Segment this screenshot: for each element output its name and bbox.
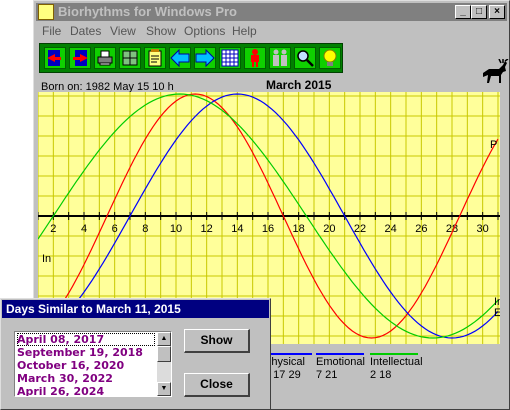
exit-door-icon[interactable] xyxy=(44,47,66,69)
list-item[interactable]: April 26, 2024 xyxy=(17,385,155,396)
notebook-icon[interactable] xyxy=(144,47,166,69)
two-people-icon[interactable] xyxy=(269,47,291,69)
legend: Physical 6 17 29 Emotional 7 21 Intellec… xyxy=(264,349,504,389)
menu-file[interactable]: File xyxy=(42,24,61,38)
calendar-icon[interactable] xyxy=(219,47,241,69)
similar-days-list[interactable]: April 08, 2017 September 19, 2018 Octobe… xyxy=(14,331,172,397)
minimize-button[interactable]: _ xyxy=(455,5,471,19)
toolbar xyxy=(39,43,343,73)
similar-days-dialog: Days Similar to March 11, 2015 April 08,… xyxy=(0,298,271,410)
legend-intellectual-days: 2 18 xyxy=(370,369,392,381)
x-tick-label: 30 xyxy=(477,223,489,235)
legend-emotional-line xyxy=(316,353,364,355)
menu-help[interactable]: Help xyxy=(232,24,257,38)
series-label-intellectual-left: In xyxy=(42,253,51,265)
scroll-thumb[interactable] xyxy=(157,346,171,362)
dialog-title[interactable]: Days Similar to March 11, 2015 xyxy=(2,300,269,318)
x-tick-label: 24 xyxy=(385,223,397,235)
x-tick-label: 8 xyxy=(142,223,148,235)
scroll-down-icon[interactable]: ▼ xyxy=(157,382,171,396)
list-item[interactable]: September 19, 2018 xyxy=(17,346,155,359)
title-bar[interactable]: Biorhythms for Windows Pro _ □ × xyxy=(36,3,507,21)
printer-icon[interactable] xyxy=(94,47,116,69)
enter-door-icon[interactable] xyxy=(69,47,91,69)
lightbulb-icon[interactable] xyxy=(319,47,341,69)
app-icon xyxy=(38,4,54,20)
x-tick-label: 20 xyxy=(323,223,335,235)
window-title: Biorhythms for Windows Pro xyxy=(58,4,237,19)
list-item[interactable]: April 08, 2017 xyxy=(17,333,155,346)
x-tick-label: 2 xyxy=(50,223,56,235)
scroll-up-icon[interactable]: ▲ xyxy=(157,332,171,346)
series-label-emotional: E xyxy=(494,307,500,319)
deer-logo-icon xyxy=(483,59,509,83)
arrow-left-icon[interactable] xyxy=(169,47,191,69)
x-tick-label: 4 xyxy=(81,223,87,235)
chart-grid-icon[interactable] xyxy=(119,47,141,69)
legend-intellectual-line xyxy=(370,353,418,355)
x-tick-label: 10 xyxy=(170,223,182,235)
menu-dates[interactable]: Dates xyxy=(70,24,101,38)
close-dialog-button[interactable]: Close xyxy=(184,373,250,397)
x-tick-label: 16 xyxy=(262,223,274,235)
x-tick-label: 18 xyxy=(293,223,305,235)
series-label-physical: P xyxy=(490,139,497,151)
person-icon[interactable] xyxy=(244,47,266,69)
arrow-right-icon[interactable] xyxy=(194,47,216,69)
menu-bar: File Dates View Show Options Help xyxy=(36,23,507,41)
legend-emotional-label: Emotional xyxy=(316,356,365,368)
legend-physical-line xyxy=(264,353,312,355)
list-item[interactable]: October 16, 2020 xyxy=(17,359,155,372)
show-button[interactable]: Show xyxy=(184,329,250,353)
month-title: March 2015 xyxy=(266,78,332,92)
legend-intellectual-label: Intellectual xyxy=(370,356,423,368)
list-scrollbar[interactable]: ▲ ▼ xyxy=(157,332,171,396)
magnifier-icon[interactable] xyxy=(294,47,316,69)
x-tick-label: 14 xyxy=(231,223,243,235)
list-item[interactable]: March 30, 2022 xyxy=(17,372,155,385)
x-tick-label: 26 xyxy=(415,223,427,235)
x-tick-label: 6 xyxy=(112,223,118,235)
legend-emotional-days: 7 21 xyxy=(316,369,338,381)
menu-view[interactable]: View xyxy=(110,24,136,38)
maximize-button[interactable]: □ xyxy=(471,5,487,19)
x-tick-label: 12 xyxy=(201,223,213,235)
x-tick-label: 22 xyxy=(354,223,366,235)
menu-show[interactable]: Show xyxy=(146,24,176,38)
menu-options[interactable]: Options xyxy=(184,24,225,38)
close-button[interactable]: × xyxy=(489,5,505,19)
